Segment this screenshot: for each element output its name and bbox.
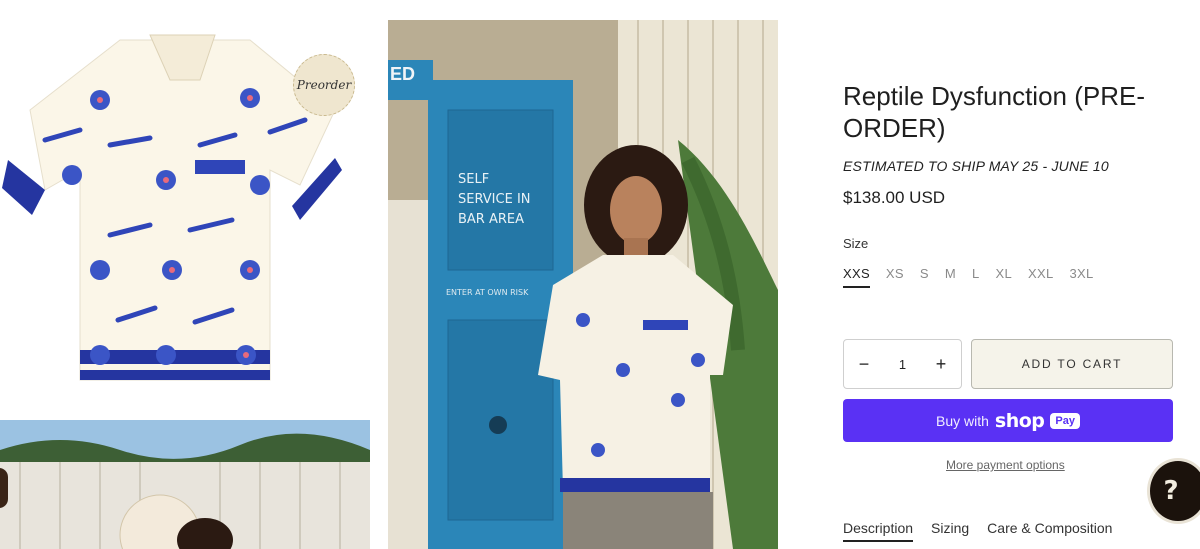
quantity-stepper: − 1 + xyxy=(843,339,962,389)
size-option-xxs[interactable]: XXS xyxy=(843,266,870,288)
size-option-3xl[interactable]: 3XL xyxy=(1070,266,1094,288)
product-image-shirt[interactable]: Preorder xyxy=(0,20,370,408)
size-option-xxl[interactable]: XXL xyxy=(1028,266,1053,288)
size-option-s[interactable]: S xyxy=(920,266,929,288)
quantity-increase-button[interactable]: + xyxy=(933,354,949,375)
shop-logo-text: shop xyxy=(994,409,1045,432)
carousel-edge-thumb[interactable] xyxy=(0,468,8,508)
model-photo xyxy=(388,20,778,549)
quantity-value[interactable]: 1 xyxy=(899,357,906,372)
product-image-poolside[interactable] xyxy=(0,420,370,549)
buy-with-label: Buy with xyxy=(936,412,989,429)
add-to-cart-button[interactable]: ADD TO CART xyxy=(971,339,1173,389)
tab-sizing[interactable]: Sizing xyxy=(931,520,969,542)
product-info-tabs: Description Sizing Care & Composition xyxy=(843,520,1112,542)
buy-with-shop-pay-button[interactable]: Buy with shop Pay xyxy=(843,399,1173,442)
door-sign: SELF SERVICE IN BAR AREA xyxy=(458,172,531,227)
preorder-badge: Preorder xyxy=(293,54,355,116)
pay-pill: Pay xyxy=(1050,412,1080,429)
size-option-m[interactable]: M xyxy=(945,266,956,288)
product-title: Reptile Dysfunction (PRE-ORDER) xyxy=(843,81,1145,143)
size-option-xl[interactable]: XL xyxy=(996,266,1013,288)
poolside-photo xyxy=(0,420,370,549)
help-chat-button[interactable]: ? xyxy=(1147,458,1200,524)
product-price: $138.00 USD xyxy=(843,188,946,207)
size-label: Size xyxy=(843,236,869,251)
product-image-model[interactable]: SELF SERVICE IN BAR AREA ENTER AT OWN RI… xyxy=(388,20,778,549)
size-option-l[interactable]: L xyxy=(972,266,980,288)
help-question-icon: ? xyxy=(1163,476,1179,506)
quantity-decrease-button[interactable]: − xyxy=(856,354,872,375)
more-payment-options-link[interactable]: More payment options xyxy=(946,458,1065,472)
door-small-text: ENTER AT OWN RISK xyxy=(446,288,529,297)
size-selector: XXS XS S M L XL XXL 3XL xyxy=(843,266,1094,288)
size-option-xs[interactable]: XS xyxy=(886,266,904,288)
tab-description[interactable]: Description xyxy=(843,520,914,542)
tab-care-composition[interactable]: Care & Composition xyxy=(987,520,1112,542)
top-sign: ED xyxy=(390,64,416,84)
ship-estimate: ESTIMATED TO SHIP MAY 25 - JUNE 10 xyxy=(843,158,1109,174)
